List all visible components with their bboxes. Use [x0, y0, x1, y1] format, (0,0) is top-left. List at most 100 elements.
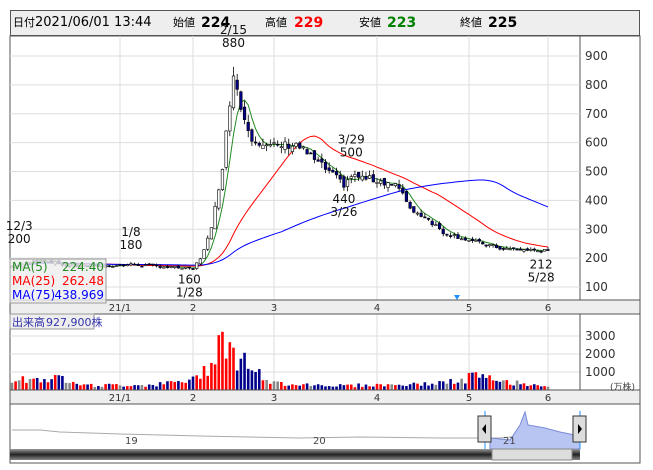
- stock-chart-widget: 日付 2021/06/01 13:44 始値 224 高値 229 安値 223…: [0, 0, 653, 470]
- candle: [474, 239, 478, 242]
- volume-bar: [202, 366, 206, 390]
- candle: [253, 141, 258, 144]
- volume-bar: [412, 382, 416, 390]
- volume-bar: [250, 370, 254, 390]
- candle: [140, 265, 144, 268]
- volume-bar: [294, 385, 298, 390]
- volume-bar: [118, 385, 122, 390]
- candle: [206, 237, 210, 250]
- volume-bar: [512, 385, 515, 390]
- volume-bar: [298, 385, 302, 390]
- volume-bar: [505, 380, 509, 390]
- candle: [360, 175, 364, 181]
- volume-bar: [488, 375, 491, 390]
- volume-bar: [283, 385, 287, 390]
- volume-bar: [427, 385, 430, 390]
- volume-value: 927,900株: [46, 315, 103, 329]
- candle: [532, 248, 536, 251]
- candle: [169, 266, 173, 268]
- volume-bar: [327, 386, 331, 390]
- volume-bar: [107, 383, 111, 390]
- candle: [158, 265, 162, 268]
- volume-bar: [502, 380, 505, 390]
- candle: [460, 238, 464, 241]
- candle: [404, 191, 409, 202]
- candle: [463, 237, 467, 241]
- candle: [209, 227, 214, 240]
- candle: [357, 172, 361, 178]
- candle: [301, 146, 306, 149]
- volume-bar: [206, 375, 210, 390]
- candle: [276, 143, 280, 146]
- volume-bar: [57, 375, 61, 390]
- volume-bar: [82, 384, 86, 390]
- candle: [375, 182, 379, 184]
- candle: [133, 263, 137, 266]
- ma-legend: MA(5) 224.40 MA(25) 262.48 MA(75) 438.96…: [9, 258, 107, 304]
- volume-bar: [471, 372, 474, 390]
- volume-bar: [217, 335, 221, 390]
- volume-bar: [147, 384, 151, 390]
- volume-bar: [177, 381, 180, 390]
- ma5-value: 224.40: [62, 260, 104, 274]
- month-tick-label: 2: [190, 303, 196, 314]
- candle: [165, 266, 170, 268]
- candle: [136, 264, 140, 266]
- candle: [279, 146, 283, 149]
- volume-bar: [97, 386, 100, 390]
- volume-tick-label: 3000: [585, 329, 616, 343]
- candle: [213, 205, 217, 230]
- scrollbar-thumb[interactable]: [491, 448, 573, 461]
- candle: [198, 258, 202, 265]
- volume-bar: [195, 375, 198, 390]
- candle: [239, 91, 243, 110]
- volume-tick-label: 2000: [585, 347, 616, 361]
- volume-bar: [261, 380, 265, 390]
- candle: [231, 75, 236, 109]
- volume-bar: [257, 369, 261, 390]
- volume-bar: [368, 386, 371, 390]
- candle: [184, 266, 188, 269]
- volume-bar: [423, 382, 427, 390]
- candle: [488, 244, 492, 246]
- volume-bar: [526, 386, 529, 390]
- candle: [401, 187, 405, 194]
- volume-bar: [383, 386, 386, 390]
- ma25-value: 262.48: [62, 274, 104, 288]
- chart-canvas[interactable]: 12/32001/81801601/282/158803/295004403/2…: [0, 0, 653, 470]
- volume-bar: [316, 384, 320, 390]
- ma25-label: MA(25): [12, 274, 55, 288]
- year-label: 20: [313, 436, 326, 447]
- candle: [162, 266, 166, 269]
- candle: [294, 142, 298, 147]
- candle: [515, 248, 519, 251]
- candle: [154, 264, 159, 267]
- candle: [386, 182, 390, 188]
- candle: [338, 174, 342, 180]
- candle: [412, 206, 416, 213]
- volume-bar: [104, 384, 107, 390]
- candle: [312, 150, 317, 160]
- candle: [445, 233, 449, 236]
- volume-bar: [140, 385, 144, 390]
- year-label: 19: [125, 436, 138, 447]
- month-tick-label: 5: [466, 393, 472, 404]
- price-annotation: 200: [8, 232, 31, 246]
- candle: [228, 105, 232, 132]
- candle: [456, 234, 460, 239]
- volume-bar: [349, 384, 353, 390]
- volume-bar: [254, 371, 257, 390]
- volume-bar: [14, 381, 17, 390]
- candle: [331, 169, 335, 173]
- volume-bar: [313, 385, 316, 390]
- price-tick-label: 200: [585, 251, 608, 265]
- candle: [342, 176, 346, 188]
- price-annotation: 440: [332, 192, 355, 206]
- volume-bar: [331, 386, 335, 390]
- volume-bar: [357, 383, 360, 390]
- month-tick-label: 4: [374, 393, 380, 404]
- volume-bar: [272, 381, 276, 390]
- volume-bar: [221, 331, 224, 390]
- volume-bar: [338, 384, 342, 390]
- month-tick-label: 21/1: [109, 303, 131, 314]
